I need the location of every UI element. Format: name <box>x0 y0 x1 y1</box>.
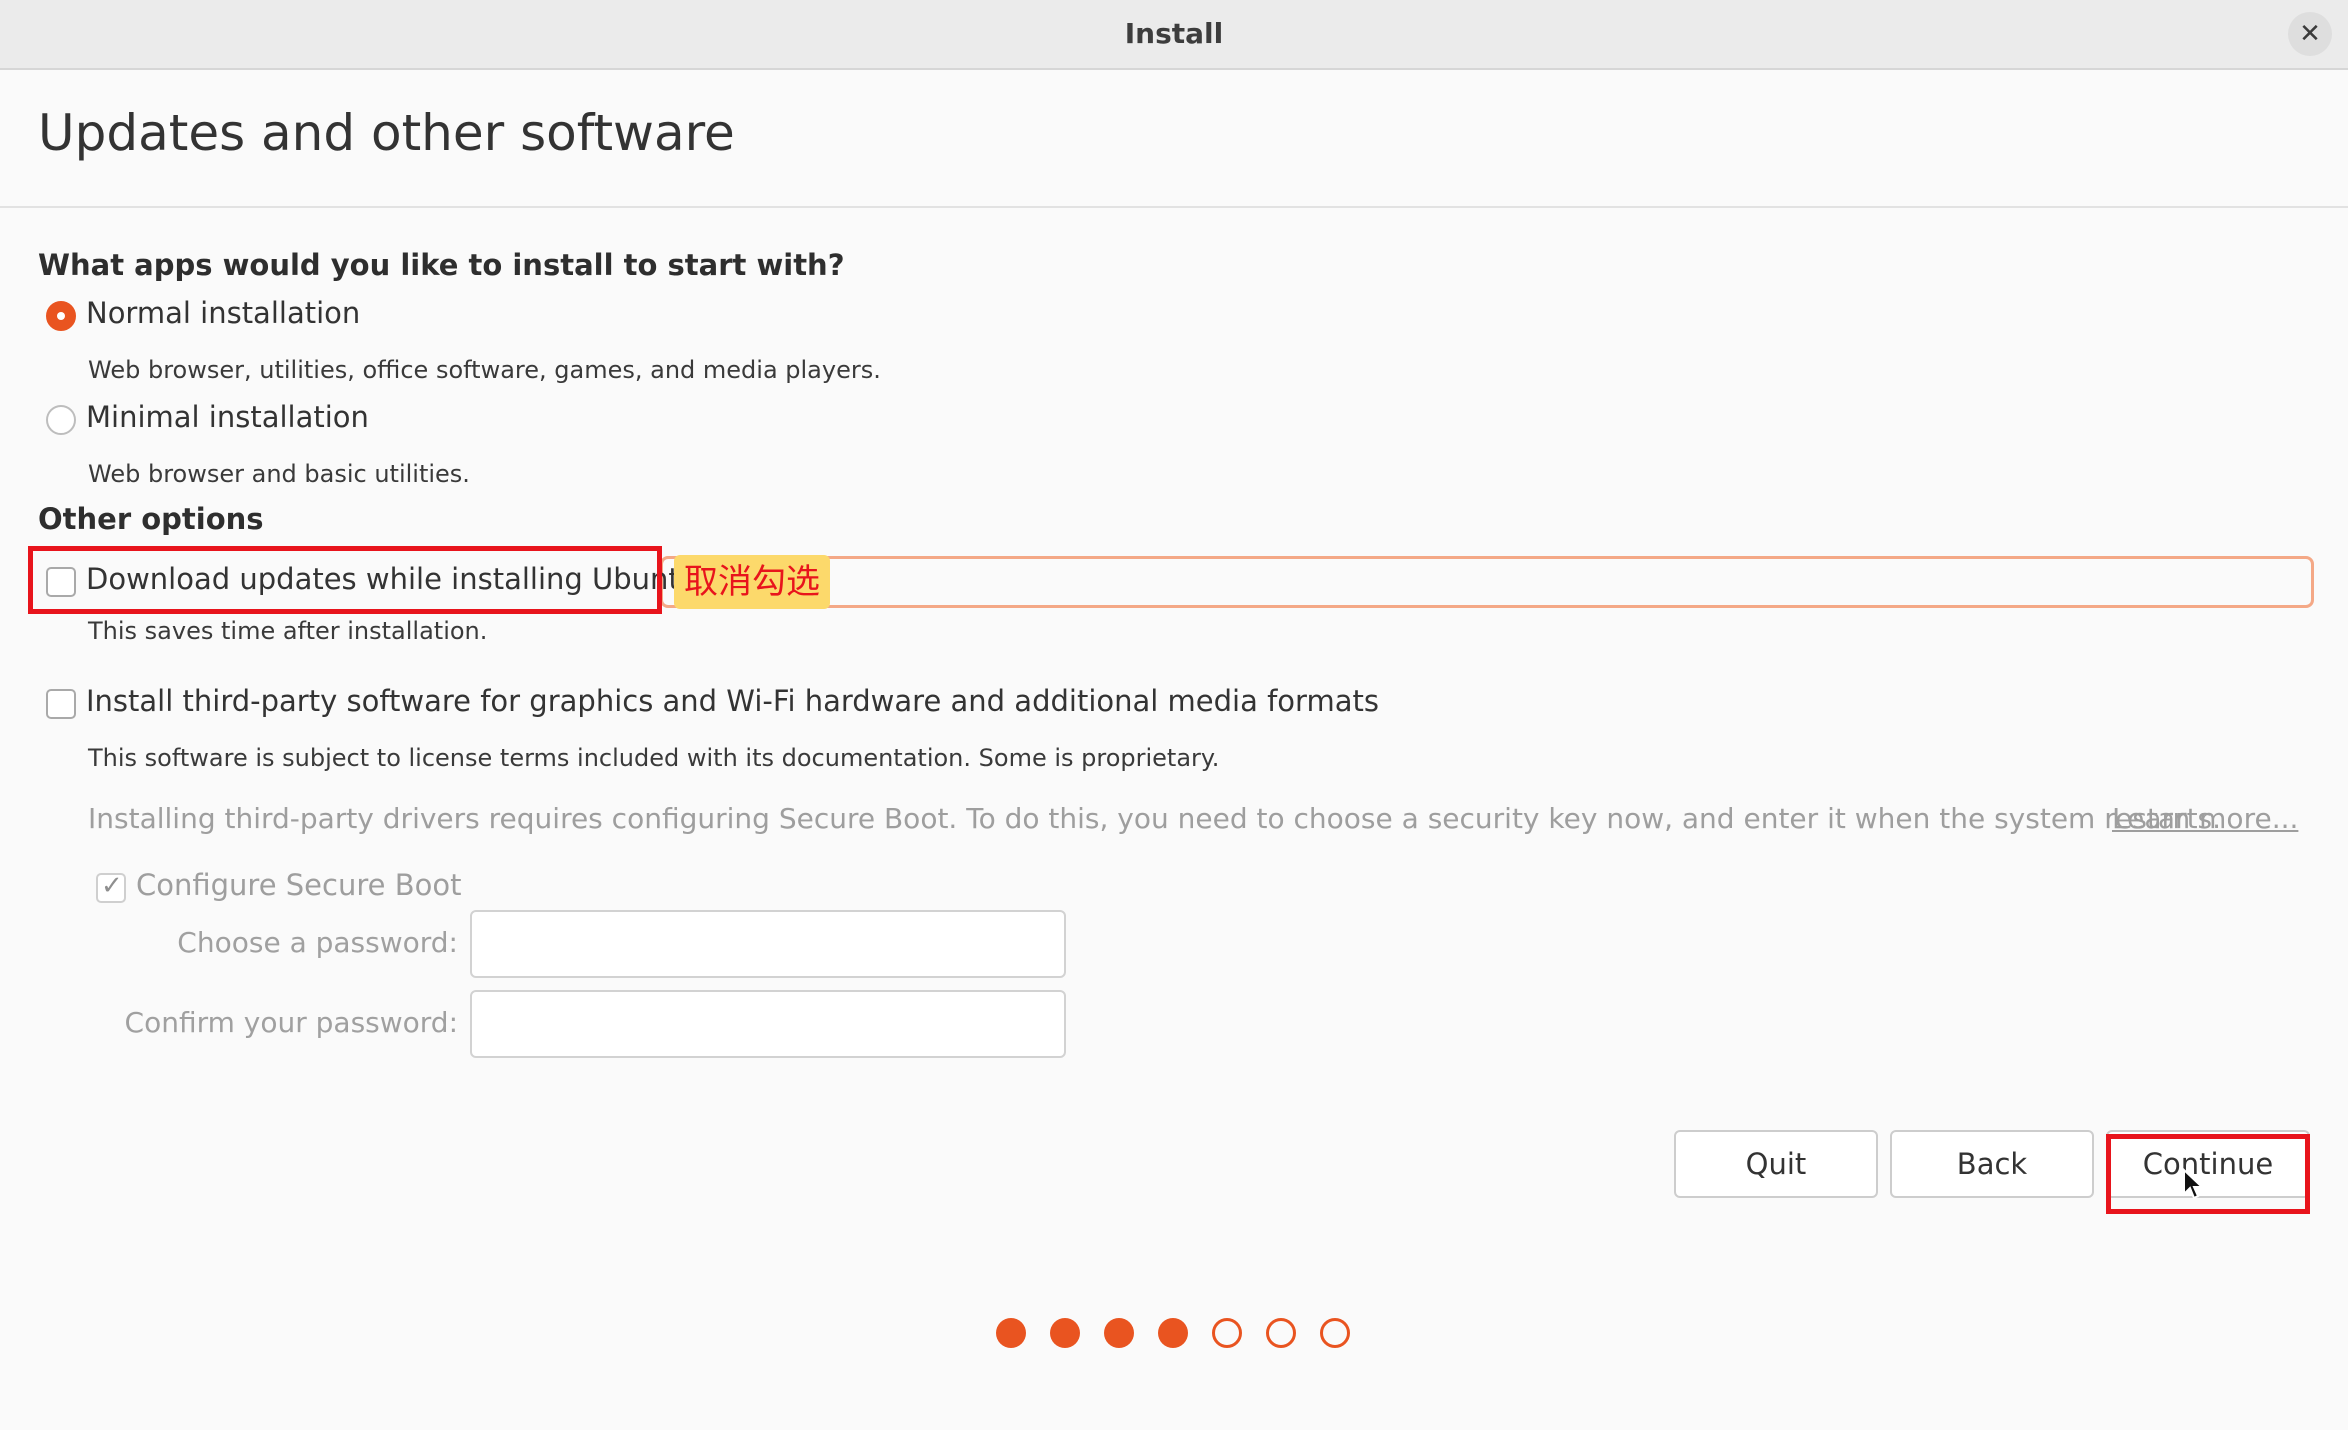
minimal-installation-description: Web browser and basic utilities. <box>88 460 470 488</box>
configure-secure-boot-checkbox[interactable]: ✓ <box>96 871 126 903</box>
choose-password-input[interactable] <box>470 910 1066 978</box>
choose-password-label: Choose a password: <box>177 926 458 959</box>
normal-installation-description: Web browser, utilities, office software,… <box>88 356 881 384</box>
annotation-highlight-line <box>660 556 2314 608</box>
progress-dot <box>1104 1318 1134 1348</box>
title-bar: Install ✕ <box>0 0 2348 70</box>
annotation-box-continue <box>2106 1134 2310 1214</box>
secure-boot-note: Installing third-party drivers requires … <box>88 802 2222 835</box>
minimal-installation-label[interactable]: Minimal installation <box>86 400 369 434</box>
learn-more-link[interactable]: Learn more... <box>2112 802 2298 835</box>
quit-button[interactable]: Quit <box>1674 1130 1878 1198</box>
checkmark-icon: ✓ <box>101 871 123 901</box>
third-party-description: This software is subject to license term… <box>88 744 1220 772</box>
third-party-checkbox[interactable] <box>46 689 76 719</box>
progress-dot <box>1158 1318 1188 1348</box>
download-updates-description: This saves time after installation. <box>88 617 488 645</box>
installer-window: Install ✕ Updates and other software Wha… <box>0 0 2348 1430</box>
progress-dot <box>1050 1318 1080 1348</box>
page-title: Updates and other software <box>38 104 735 162</box>
close-icon: ✕ <box>2299 19 2321 49</box>
normal-installation-radio[interactable] <box>46 301 76 331</box>
third-party-label[interactable]: Install third-party software for graphic… <box>86 684 1379 718</box>
configure-secure-boot-label[interactable]: Configure Secure Boot <box>136 868 461 902</box>
mouse-cursor-icon <box>2183 1168 2205 1200</box>
other-options-heading: Other options <box>38 502 264 536</box>
normal-installation-label[interactable]: Normal installation <box>86 296 360 330</box>
confirm-password-label: Confirm your password: <box>124 1006 458 1039</box>
page-header: Updates and other software <box>0 70 2348 208</box>
progress-dot <box>996 1318 1026 1348</box>
annotation-box-download-updates <box>28 546 662 614</box>
progress-dot <box>1320 1318 1350 1348</box>
window-title: Install <box>1124 17 1224 50</box>
annotation-hint-badge: 取消勾选 <box>674 555 830 609</box>
progress-dot <box>1212 1318 1242 1348</box>
minimal-installation-radio[interactable] <box>46 405 76 435</box>
apps-section-heading: What apps would you like to install to s… <box>38 248 845 282</box>
back-button[interactable]: Back <box>1890 1130 2094 1198</box>
confirm-password-input[interactable] <box>470 990 1066 1058</box>
progress-dot <box>1266 1318 1296 1348</box>
close-button[interactable]: ✕ <box>2288 12 2332 56</box>
